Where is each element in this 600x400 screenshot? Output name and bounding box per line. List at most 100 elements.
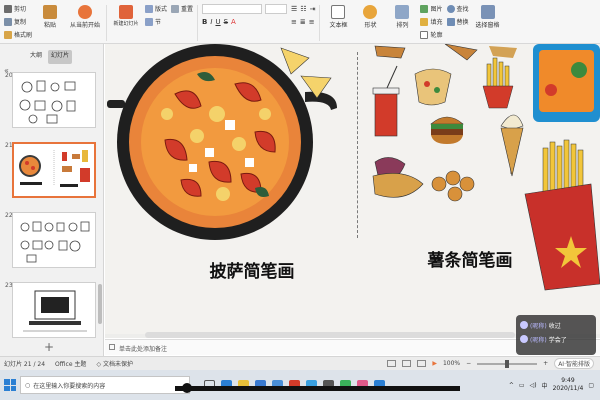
ai-layout-button[interactable]: AI·智能排版 — [554, 358, 594, 369]
find-button[interactable]: 查找 — [446, 3, 469, 14]
edit-group: 查找 替换 — [446, 3, 469, 27]
pizza-pan-illustration — [107, 44, 337, 240]
select-pane-button[interactable]: 选择窗格 — [473, 5, 503, 29]
fries-title: 薯条简笔画 — [427, 251, 513, 271]
reset-icon — [171, 4, 180, 13]
chat-message: (昵称) 学会了 — [520, 332, 592, 346]
reset-button[interactable]: 重置 — [171, 3, 193, 14]
font-group: B I U S A — [202, 3, 288, 27]
paste-button[interactable]: 粘贴 — [36, 5, 64, 29]
zoom-out-icon[interactable]: − — [466, 360, 471, 367]
indent-icon[interactable]: ⇥ — [310, 5, 316, 13]
copy-button[interactable]: 复制 — [4, 16, 32, 27]
current-slide[interactable]: 披萨简笔画 薯条简笔画 — [105, 44, 600, 334]
select-pane-icon — [480, 5, 495, 19]
theme-name: Office 主题 — [55, 361, 87, 368]
font-color-button[interactable]: A — [231, 18, 236, 26]
replace-icon — [446, 17, 455, 26]
document-protection[interactable]: ◇ 文档未保护 — [96, 359, 133, 368]
outline-button[interactable]: 轮廓 — [420, 29, 443, 40]
new-slide-button[interactable]: 新建幻灯片 — [111, 5, 141, 27]
bullets-icon[interactable]: ☰ — [291, 5, 297, 13]
slide-thumbnail-selected[interactable] — [12, 142, 96, 198]
tab-slides[interactable]: 幻灯片 — [48, 50, 73, 64]
underline-button[interactable]: U — [215, 18, 220, 26]
slide-thumbnail[interactable] — [12, 72, 96, 128]
slide-editing-area: 披萨简笔画 薯条简笔画 — [105, 44, 600, 338]
slide-thumbnail[interactable] — [12, 212, 96, 268]
reading-view-icon[interactable] — [417, 360, 427, 367]
slide-thumbnail-row[interactable]: 23 — [0, 282, 104, 342]
volume-icon[interactable]: ◁) — [530, 382, 537, 389]
avatar — [520, 321, 528, 329]
picture-group: 图片 填充 轮廓 — [420, 3, 443, 40]
picture-button[interactable]: 图片 — [420, 3, 443, 14]
cut-button[interactable]: 剪切 — [4, 3, 32, 14]
panel-scrollbar[interactable] — [98, 284, 102, 324]
arrange-button[interactable]: 排列 — [388, 5, 416, 29]
thumbnail-doodles — [19, 80, 76, 124]
new-slide-icon — [119, 5, 134, 19]
add-slide-button[interactable]: + — [44, 340, 54, 354]
sorter-view-icon[interactable] — [402, 360, 412, 367]
chat-username: (昵称) — [530, 322, 547, 330]
zoom-slider-knob[interactable] — [505, 359, 510, 368]
panel-tabs: 大纲 幻灯片 — [0, 44, 103, 64]
ribbon-toolbar: 剪切 复制 格式刷 粘贴 从当前开始 新建幻灯片 版式 节 重置 B I U S… — [0, 0, 600, 44]
windows-taskbar: ○ 在这里输入你要搜索的内容 ^ ▭ ◁) 中 9:49 2020/11/4 ▢ — [0, 370, 600, 400]
slide-thumbnail-row[interactable]: 22 — [0, 212, 104, 272]
zoom-in-icon[interactable]: + — [543, 360, 548, 367]
chat-text: 收过 — [548, 322, 561, 330]
slide-thumbnail[interactable] — [12, 282, 96, 338]
reset-group: 重置 — [171, 3, 193, 14]
video-progress-bar[interactable] — [175, 386, 460, 391]
video-progress-knob[interactable] — [182, 383, 192, 393]
align-left-icon[interactable]: ≡ — [291, 18, 297, 26]
fill-button[interactable]: 填充 — [420, 16, 443, 27]
slide-thumbnail-row[interactable]: 21 — [0, 142, 104, 202]
ribbon-separator — [319, 5, 321, 41]
windows-start-icon[interactable] — [4, 379, 16, 391]
live-chat-overlay: (昵称) 收过 (昵称) 学会了 — [516, 315, 596, 355]
align-right-icon[interactable]: ≡ — [309, 18, 315, 26]
slide-thumbnail-row[interactable]: 20 — [0, 72, 104, 132]
section-icon — [145, 17, 154, 26]
textbox-button[interactable]: 文本框 — [324, 5, 352, 29]
avatar — [520, 335, 528, 343]
format-painter-button[interactable]: 格式刷 — [4, 29, 32, 40]
italic-button[interactable]: I — [210, 18, 212, 26]
system-clock[interactable]: 9:49 2020/11/4 — [553, 377, 584, 393]
section-button[interactable]: 节 — [145, 16, 167, 27]
play-from-current-button[interactable]: 从当前开始 — [68, 5, 102, 29]
ribbon-separator — [106, 5, 108, 41]
replace-button[interactable]: 替换 — [446, 16, 469, 27]
shape-button[interactable]: 形状 — [356, 5, 384, 29]
arrange-icon — [395, 5, 410, 19]
tab-outline[interactable]: 大纲 — [30, 50, 42, 64]
clock-date: 2020/11/4 — [552, 385, 584, 392]
font-name-select[interactable] — [202, 3, 263, 14]
zoom-level[interactable]: 100% — [443, 360, 460, 367]
layout-icon — [145, 4, 154, 13]
ime-indicator[interactable]: 中 — [542, 381, 548, 390]
normal-view-icon[interactable] — [387, 360, 397, 367]
notes-icon — [109, 344, 115, 350]
numbering-icon[interactable]: ☷ — [300, 5, 306, 13]
network-icon[interactable]: ▭ — [519, 382, 525, 389]
search-icon: ○ — [25, 381, 31, 389]
taskbar-search-input[interactable]: ○ 在这里输入你要搜索的内容 — [20, 376, 190, 394]
system-tray: ^ ▭ ◁) 中 9:49 2020/11/4 ▢ — [509, 377, 600, 393]
canvas-horizontal-scrollbar[interactable] — [145, 332, 515, 338]
play-slideshow-icon[interactable]: ▶ — [432, 360, 437, 367]
bold-button[interactable]: B — [202, 18, 207, 26]
outline-icon — [420, 30, 429, 39]
ribbon-separator — [197, 5, 199, 41]
layout-button[interactable]: 版式 — [145, 3, 167, 14]
zoom-slider[interactable] — [477, 359, 538, 368]
chevron-up-icon[interactable]: ^ — [509, 382, 514, 389]
font-size-select[interactable] — [265, 3, 288, 14]
shapes-icon — [363, 5, 378, 19]
align-center-icon[interactable]: ≣ — [300, 18, 306, 26]
notification-icon[interactable]: ▢ — [588, 382, 594, 389]
strikethrough-button[interactable]: S — [224, 18, 228, 26]
